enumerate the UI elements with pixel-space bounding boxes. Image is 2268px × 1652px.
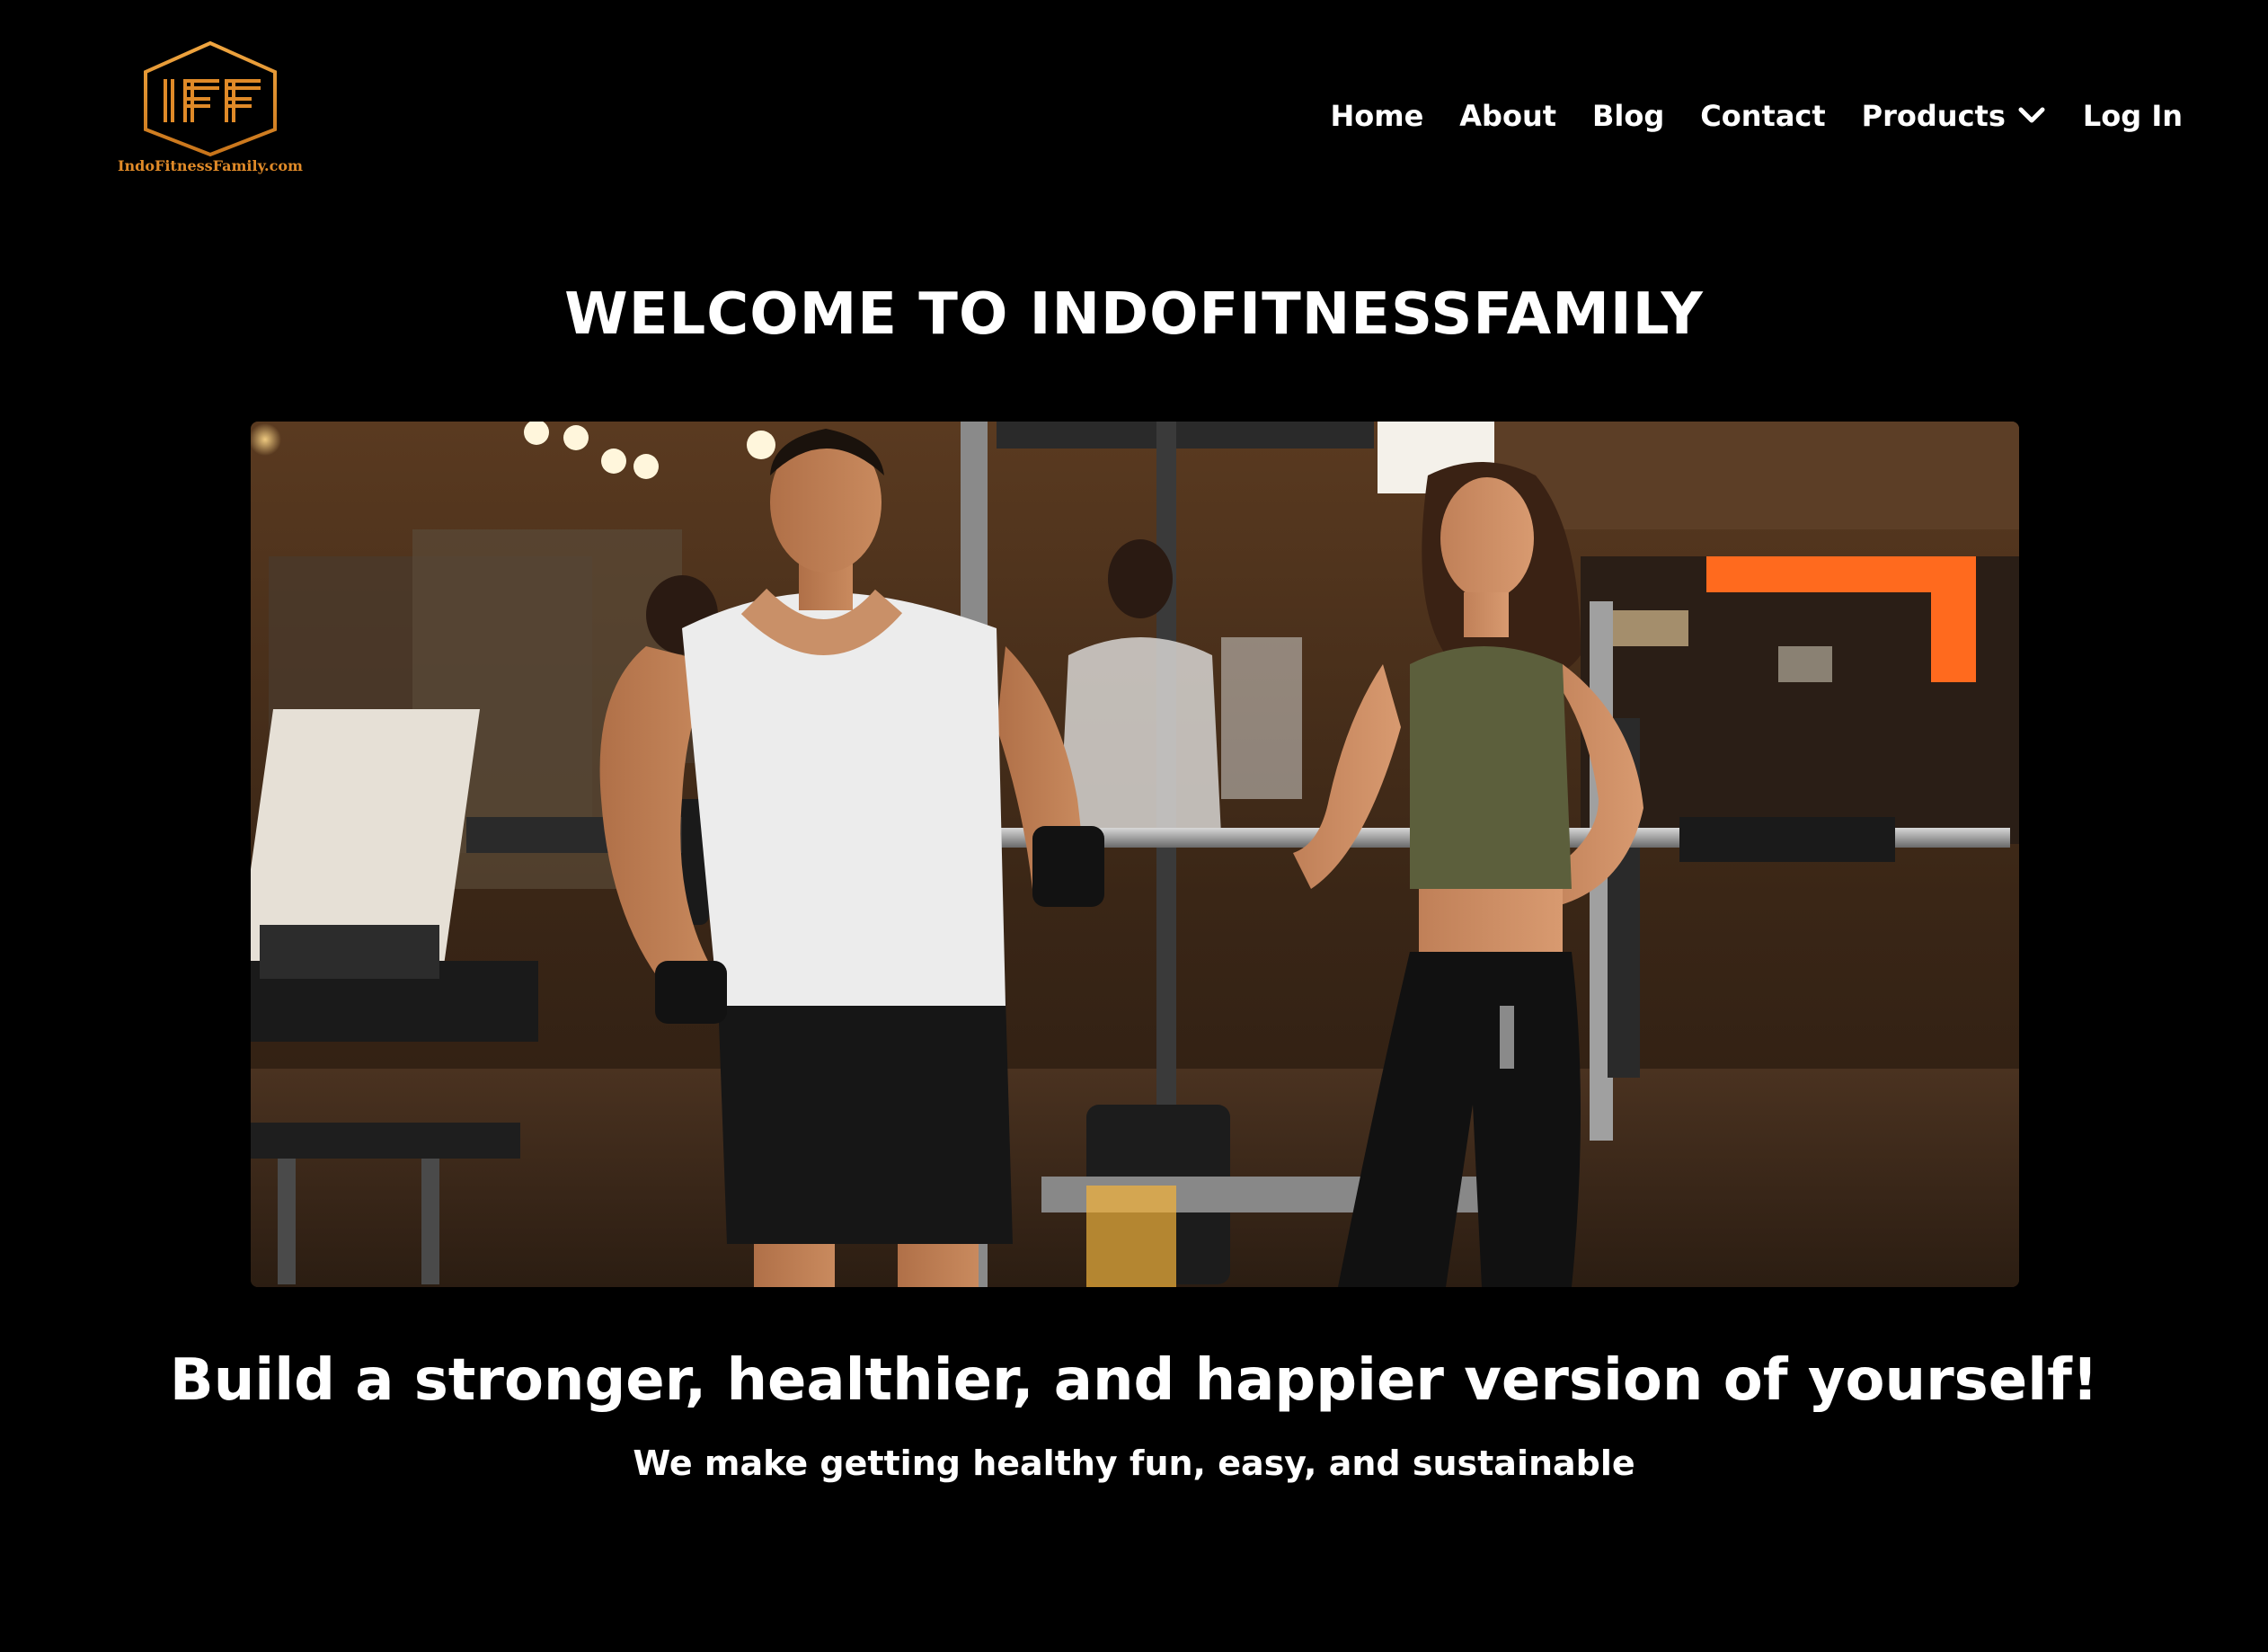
hero-subtagline: We make getting healthy fun, easy, and s… bbox=[633, 1443, 1635, 1483]
nav-home-link[interactable]: Home bbox=[1330, 95, 1423, 137]
nav-products-dropdown[interactable]: Products bbox=[1862, 95, 2047, 137]
nav-contact-link[interactable]: Contact bbox=[1700, 95, 1825, 137]
page-title: WELCOME TO INDOFITNESSFAMILY bbox=[564, 281, 1704, 348]
main-nav: Home About Blog Contact Products Log In bbox=[1330, 95, 2183, 137]
site-logo[interactable]: IndoFitnessFamily.com bbox=[106, 40, 315, 176]
page: IndoFitnessFamily.com Home About Blog Co… bbox=[0, 0, 2268, 1652]
nav-login-link[interactable]: Log In bbox=[2083, 95, 2183, 137]
logo-caption: IndoFitnessFamily.com bbox=[118, 157, 303, 174]
nav-about-link[interactable]: About bbox=[1459, 95, 1556, 137]
logo-hexagon-icon: IndoFitnessFamily.com bbox=[118, 40, 303, 174]
chevron-down-icon bbox=[2016, 95, 2047, 137]
nav-blog-link[interactable]: Blog bbox=[1592, 95, 1664, 137]
hero-tagline: Build a stronger, healthier, and happier… bbox=[169, 1347, 2099, 1414]
hero-image bbox=[251, 422, 2019, 1287]
nav-products-label: Products bbox=[1861, 99, 2006, 133]
